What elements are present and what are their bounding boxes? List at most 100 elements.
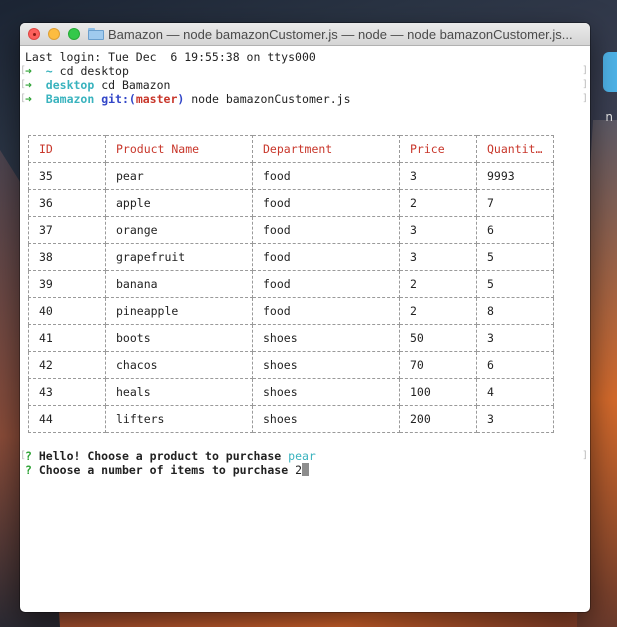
folder-icon [88, 28, 104, 40]
prompt-question: Hello! Choose a product to purchase [38, 449, 282, 463]
table-row: 38 grapefruit food 3 5 [28, 243, 554, 271]
cell-product-name: boots [105, 324, 253, 352]
cell-department: shoes [252, 324, 400, 352]
cell-id: 40 [28, 297, 106, 325]
minimize-button[interactable] [48, 28, 60, 40]
table-row: 44 lifters shoes 200 3 [28, 405, 554, 433]
table-row: 39 banana food 2 5 [28, 270, 554, 298]
zoom-button[interactable] [68, 28, 80, 40]
cell-department: food [252, 297, 400, 325]
terminal-window: Bamazon — node bamazonCustomer.js — node… [20, 23, 590, 612]
cell-department: food [252, 162, 400, 190]
prompt-directory: desktop [45, 78, 95, 92]
shell-line-3: [➜ Bamazon git:(master) node bamazonCust… [20, 92, 588, 106]
cell-price: 3 [399, 162, 477, 190]
inquirer-prompts: [? Hello! Choose a product to purchase p… [20, 449, 588, 477]
shell-line-2: [➜ desktop cd Bamazon] [20, 78, 588, 92]
line-marker-right: ] [581, 79, 588, 90]
table-row: 40 pineapple food 2 8 [28, 297, 554, 325]
cell-id: 41 [28, 324, 106, 352]
title-bar[interactable]: Bamazon — node bamazonCustomer.js — node… [20, 23, 590, 46]
column-header-product-name: Product Name [105, 135, 253, 163]
line-marker-left: [ [20, 93, 27, 104]
column-header-quantity: Quantit… [476, 135, 554, 163]
cell-department: shoes [252, 378, 400, 406]
cell-quantity: 5 [476, 270, 554, 298]
table-row: 43 heals shoes 100 4 [28, 378, 554, 406]
cell-department: food [252, 189, 400, 217]
cell-product-name: grapefruit [105, 243, 253, 271]
table-row: 35 pear food 3 9993 [28, 162, 554, 190]
cell-price: 70 [399, 351, 477, 379]
cell-product-name: apple [105, 189, 253, 217]
cell-product-name: chacos [105, 351, 253, 379]
last-login-line: Last login: Tue Dec 6 19:55:38 on ttys00… [25, 50, 316, 64]
column-header-price: Price [399, 135, 477, 163]
table-row: 41 boots shoes 50 3 [28, 324, 554, 352]
cell-price: 2 [399, 189, 477, 217]
close-button[interactable] [28, 28, 40, 40]
shell-line-1: [➜ ~ cd desktop] [20, 64, 588, 78]
shell-command: node bamazonCustomer.js [191, 92, 351, 106]
text-cursor [302, 463, 309, 476]
cell-id: 38 [28, 243, 106, 271]
cell-department: food [252, 243, 400, 271]
desktop-app-tile[interactable] [603, 52, 617, 92]
table-header-row: ID Product Name Department Price Quantit… [28, 135, 554, 163]
cell-price: 200 [399, 405, 477, 433]
prompt-directory: Bamazon [45, 92, 95, 106]
prompt-line-quantity[interactable]: ? Choose a number of items to purchase 2 [25, 463, 585, 477]
cell-department: food [252, 270, 400, 298]
cell-product-name: banana [105, 270, 253, 298]
quantity-input[interactable]: 2 [295, 463, 302, 477]
cell-id: 37 [28, 216, 106, 244]
cell-id: 39 [28, 270, 106, 298]
shell-command: cd desktop [59, 64, 129, 78]
cell-price: 3 [399, 243, 477, 271]
column-header-department: Department [252, 135, 400, 163]
cell-product-name: pineapple [105, 297, 253, 325]
line-marker-right: ] [581, 450, 588, 461]
prompt-arrow-icon: ➜ [25, 92, 32, 106]
prompt-arrow-icon: ➜ [25, 78, 32, 92]
terminal-content[interactable]: Last login: Tue Dec 6 19:55:38 on ttys00… [20, 46, 590, 612]
cell-id: 42 [28, 351, 106, 379]
prompt-answer: pear [288, 449, 316, 463]
cell-quantity: 9993 [476, 162, 554, 190]
line-marker-left: [ [20, 79, 27, 90]
table-row: 37 orange food 3 6 [28, 216, 554, 244]
line-marker-right: ] [581, 93, 588, 104]
cell-product-name: orange [105, 216, 253, 244]
cell-id: 35 [28, 162, 106, 190]
prompt-question: Choose a number of items to purchase [38, 463, 289, 477]
cell-price: 50 [399, 324, 477, 352]
line-marker-left: [ [20, 65, 27, 76]
cell-id: 43 [28, 378, 106, 406]
column-header-id: ID [28, 135, 106, 163]
line-marker-left: [ [20, 450, 27, 461]
products-table: ID Product Name Department Price Quantit… [28, 135, 554, 433]
desktop-partial-label: n [605, 110, 613, 124]
cell-quantity: 5 [476, 243, 554, 271]
cell-product-name: lifters [105, 405, 253, 433]
prompt-directory: ~ [45, 64, 53, 78]
git-branch: master [135, 92, 178, 106]
line-marker-right: ] [581, 65, 588, 76]
cell-price: 100 [399, 378, 477, 406]
cell-quantity: 3 [476, 324, 554, 352]
cell-quantity: 6 [476, 351, 554, 379]
cell-price: 3 [399, 216, 477, 244]
shell-command: cd Bamazon [101, 78, 171, 92]
question-mark-icon: ? [25, 463, 32, 477]
table-row: 36 apple food 2 7 [28, 189, 554, 217]
cell-department: shoes [252, 405, 400, 433]
table-row: 42 chacos shoes 70 6 [28, 351, 554, 379]
question-mark-icon: ? [25, 449, 32, 463]
cell-id: 36 [28, 189, 106, 217]
window-title: Bamazon — node bamazonCustomer.js — node… [108, 26, 573, 42]
cell-product-name: pear [105, 162, 253, 190]
prompt-line-product: [? Hello! Choose a product to purchase p… [20, 449, 588, 463]
git-label: git:( [101, 92, 136, 106]
window-title-wrap: Bamazon — node bamazonCustomer.js — node… [88, 23, 584, 45]
prompt-arrow-icon: ➜ [25, 64, 32, 78]
